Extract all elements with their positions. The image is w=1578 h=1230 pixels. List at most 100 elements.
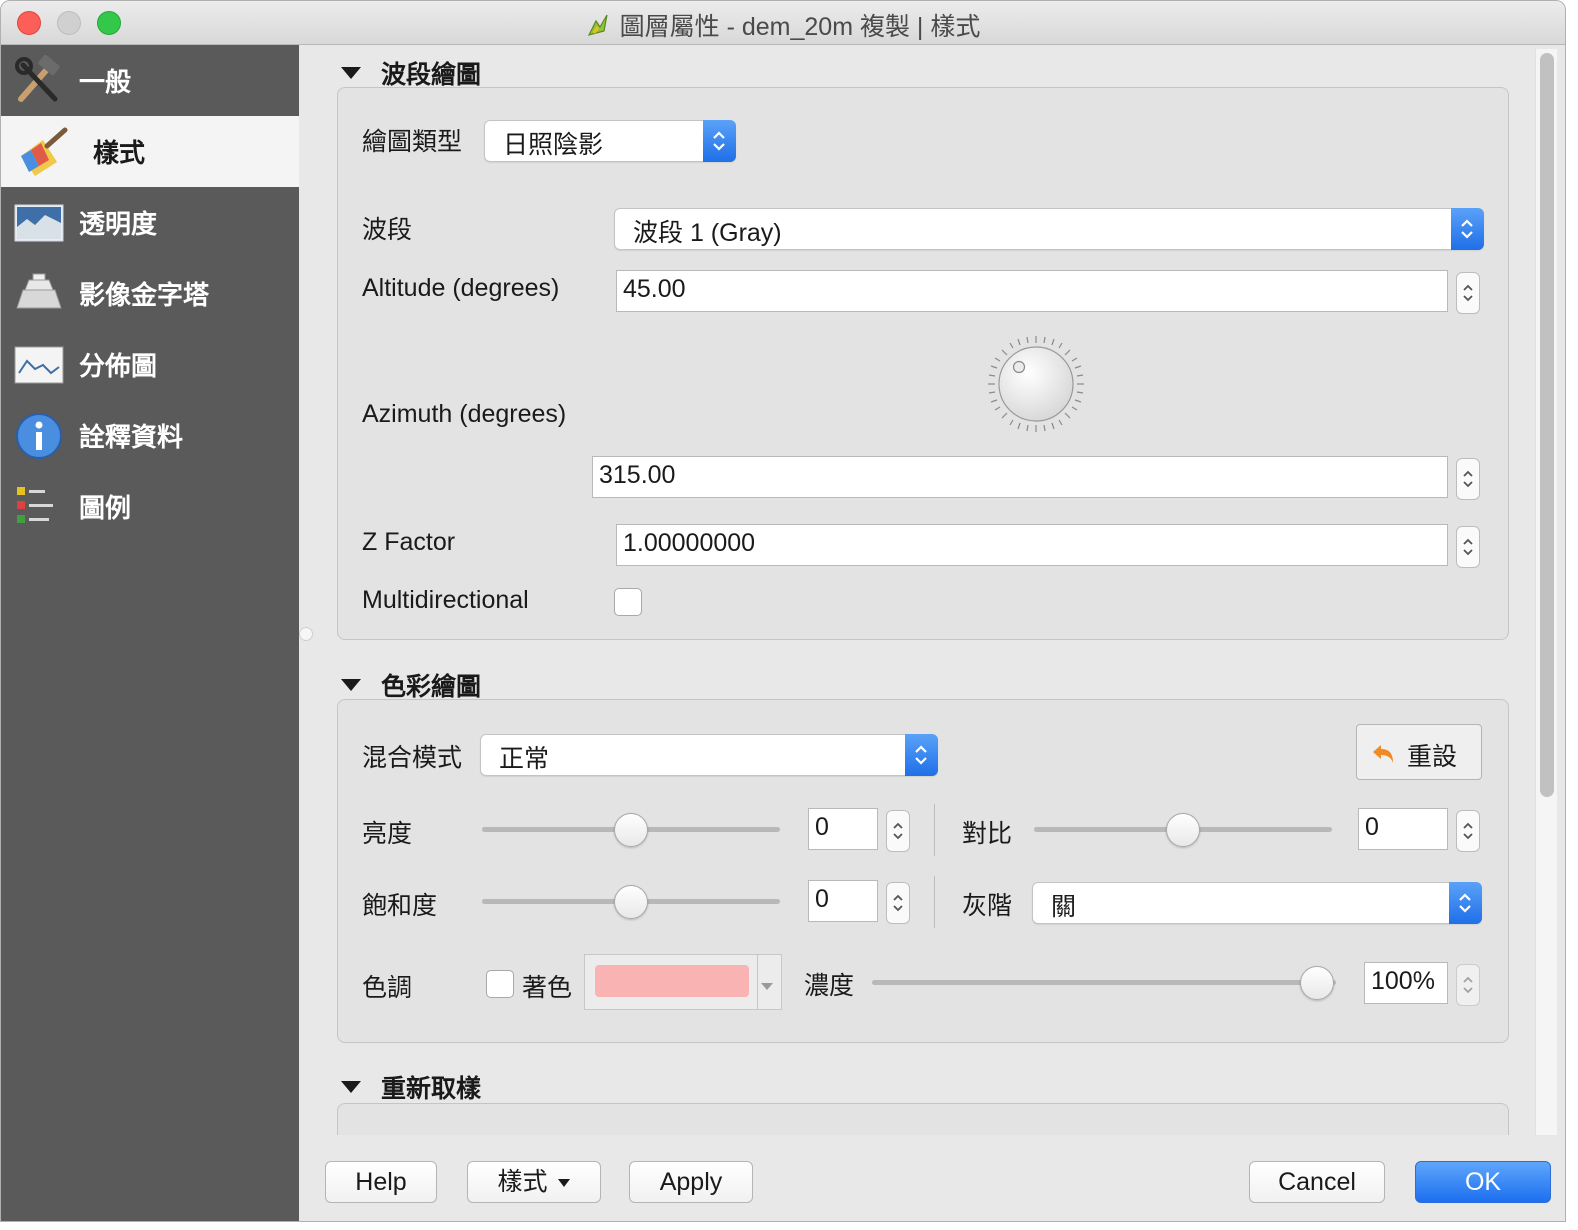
dropdown-arrow-icon: [761, 983, 773, 990]
strength-slider-thumb[interactable]: [1300, 966, 1334, 1000]
sidebar-item-label: 一般: [79, 67, 132, 97]
render-type-combo[interactable]: 日照陰影: [484, 120, 736, 162]
qgis-logo-icon: [587, 14, 608, 36]
strength-slider-track[interactable]: [872, 980, 1336, 985]
sidebar-item-metadata[interactable]: 詮釋資料: [1, 400, 299, 471]
grayscale-value: 關: [1051, 893, 1077, 921]
dropdown-arrow-icon: [558, 1179, 571, 1187]
azimuth-label: Azimuth (degrees): [362, 400, 567, 428]
sidebar-item-general[interactable]: 一般: [1, 45, 299, 116]
altitude-label: Altitude (degrees): [362, 274, 560, 302]
section-title: 重新取樣: [381, 1075, 482, 1103]
pyramid-icon: [16, 273, 62, 308]
collapse-triangle-icon: [341, 679, 361, 691]
sidebar-item-style[interactable]: 樣式: [1, 116, 299, 187]
scrollbar-thumb[interactable]: [1540, 53, 1554, 797]
strength-input[interactable]: 100%: [1364, 962, 1448, 1004]
band-combo[interactable]: 波段 1 (Gray): [614, 208, 1484, 250]
azimuth-value: 315.00: [599, 461, 676, 489]
help-button[interactable]: Help: [325, 1161, 437, 1203]
zfactor-value: 1.00000000: [623, 529, 756, 557]
sidebar-item-label: 影像金字塔: [79, 280, 210, 310]
colorize-checkbox[interactable]: [486, 970, 514, 998]
undo-arrow-icon: [1373, 745, 1393, 763]
sidebar-item-pyramids[interactable]: 影像金字塔: [1, 258, 299, 329]
info-icon: [16, 412, 62, 459]
histogram-icon: [14, 346, 64, 383]
column-separator: [934, 804, 935, 856]
colorize-color-button[interactable]: [584, 954, 782, 1010]
render-type-value: 日照陰影: [503, 131, 604, 159]
blend-mode-value: 正常: [499, 745, 550, 773]
reset-label: 重設: [1407, 743, 1458, 771]
resampling-header[interactable]: 重新取樣: [341, 1069, 481, 1105]
altitude-input[interactable]: 45.00: [616, 270, 1448, 312]
title-bar: 圖層屬性 - dem_20m 複製 | 樣式: [1, 1, 1565, 45]
style-panel: 波段繪圖 繪圖類型 日照陰影 波段 波段 1 (Gray) Altitude (…: [299, 45, 1565, 1135]
apply-button[interactable]: Apply: [629, 1161, 753, 1203]
paintbrush-icon: [21, 127, 68, 176]
band-rendering-group: 繪圖類型 日照陰影 波段 波段 1 (Gray) Altitude (degre…: [337, 87, 1509, 640]
altitude-value: 45.00: [623, 275, 686, 303]
brightness-slider-thumb[interactable]: [614, 813, 648, 847]
blend-mode-combo[interactable]: 正常: [480, 734, 938, 776]
updown-chevron-icon: [905, 734, 938, 776]
sidebar-item-legend[interactable]: 圖例: [1, 471, 299, 542]
sidebar-item-histogram[interactable]: 分佈圖: [1, 329, 299, 400]
section-title: 色彩繪圖: [381, 673, 482, 701]
sidebar-item-label: 詮釋資料: [79, 422, 184, 452]
zfactor-label: Z Factor: [362, 528, 456, 556]
updown-chevron-icon: [1451, 208, 1484, 250]
sidebar-item-label: 透明度: [79, 209, 158, 239]
multidirectional-checkbox[interactable]: [614, 588, 642, 616]
legend-icon: [17, 486, 53, 523]
azimuth-stepper[interactable]: [1456, 458, 1480, 500]
column-separator: [934, 876, 935, 928]
layer-properties-dialog: 圖層屬性 - dem_20m 複製 | 樣式 一般 樣式 透明度 影像金字塔 分…: [0, 0, 1566, 1222]
altitude-stepper[interactable]: [1456, 272, 1480, 314]
brightness-stepper[interactable]: [886, 810, 910, 852]
transparency-icon: [14, 204, 64, 241]
color-rendering-group: 混合模式 正常 重設 亮度 0 對比 0 飽和度 0 灰階 關 色調 著色 濃度…: [337, 699, 1509, 1043]
zfactor-input[interactable]: 1.00000000: [616, 524, 1448, 566]
grayscale-label: 灰階: [962, 892, 1013, 920]
style-menu-button[interactable]: 樣式: [467, 1161, 601, 1203]
window-title-container: 圖層屬性 - dem_20m 複製 | 樣式: [1, 7, 1565, 43]
sidebar-item-label: 樣式: [93, 138, 146, 168]
saturation-stepper[interactable]: [886, 882, 910, 924]
multidirectional-label: Multidirectional: [362, 586, 529, 614]
strength-value: 100%: [1371, 967, 1435, 995]
color-rendering-header[interactable]: 色彩繪圖: [341, 667, 481, 703]
ok-button[interactable]: OK: [1415, 1161, 1551, 1203]
cancel-button[interactable]: Cancel: [1249, 1161, 1385, 1203]
style-menu-label: 樣式: [497, 1168, 548, 1196]
blend-mode-label: 混合模式: [362, 744, 463, 772]
azimuth-input[interactable]: 315.00: [592, 456, 1448, 498]
saturation-label: 飽和度: [362, 892, 438, 920]
dialog-button-bar: Help 樣式 Apply Cancel OK: [299, 1135, 1565, 1221]
azimuth-dial[interactable]: [986, 334, 1086, 434]
color-button-divider: [757, 955, 758, 1009]
brightness-label: 亮度: [362, 820, 413, 848]
band-label: 波段: [362, 216, 413, 244]
hue-label: 色調: [362, 974, 413, 1002]
sidebar-item-transparency[interactable]: 透明度: [1, 187, 299, 258]
brightness-value: 0: [815, 813, 829, 841]
contrast-stepper[interactable]: [1456, 810, 1480, 852]
vertical-scrollbar[interactable]: [1535, 49, 1557, 1135]
zfactor-stepper[interactable]: [1456, 526, 1480, 568]
band-rendering-header[interactable]: 波段繪圖: [341, 55, 481, 91]
grayscale-combo[interactable]: 關: [1032, 882, 1482, 924]
sidebar-item-label: 分佈圖: [79, 351, 158, 381]
contrast-input[interactable]: 0: [1358, 808, 1448, 850]
strength-stepper[interactable]: [1456, 964, 1480, 1006]
reset-button[interactable]: 重設: [1356, 724, 1482, 780]
contrast-slider-thumb[interactable]: [1166, 813, 1200, 847]
hammer-wrench-icon: [15, 54, 60, 102]
brightness-input[interactable]: 0: [808, 808, 878, 850]
saturation-input[interactable]: 0: [808, 880, 878, 922]
contrast-value: 0: [1365, 813, 1379, 841]
saturation-slider-thumb[interactable]: [614, 885, 648, 919]
sidebar-item-label: 圖例: [79, 493, 132, 523]
band-value: 波段 1 (Gray): [633, 219, 782, 247]
